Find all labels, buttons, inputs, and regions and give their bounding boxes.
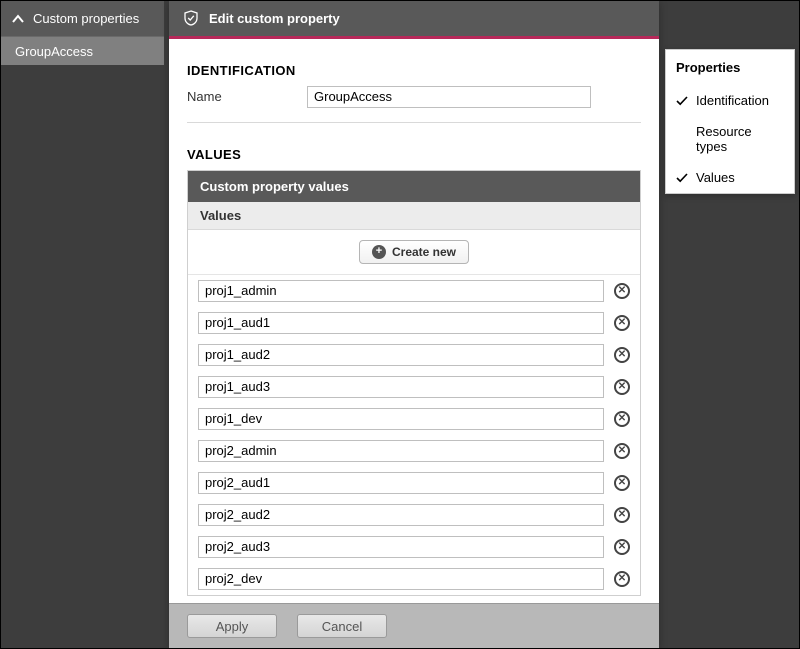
titlebar: Edit custom property	[169, 1, 659, 39]
delete-icon[interactable]: ✕	[614, 539, 630, 555]
values-card-header: Custom property values	[188, 171, 640, 202]
sidebar: Custom properties GroupAccess	[1, 1, 164, 65]
value-row: ✕	[188, 275, 640, 307]
properties-title: Properties	[666, 50, 794, 85]
value-row: ✕	[188, 531, 640, 563]
value-input[interactable]	[198, 568, 604, 590]
value-row: ✕	[188, 435, 640, 467]
delete-icon[interactable]: ✕	[614, 411, 630, 427]
value-row: ✕	[188, 371, 640, 403]
value-input[interactable]	[198, 440, 604, 462]
delete-icon[interactable]: ✕	[614, 475, 630, 491]
delete-icon[interactable]: ✕	[614, 379, 630, 395]
cancel-button[interactable]: Cancel	[297, 614, 387, 638]
identification-section-title: IDENTIFICATION	[187, 63, 641, 78]
delete-icon[interactable]: ✕	[614, 507, 630, 523]
values-column-header: Values	[188, 202, 640, 230]
value-row: ✕	[188, 339, 640, 371]
create-new-label: Create new	[392, 245, 456, 259]
name-label: Name	[187, 89, 307, 104]
value-input[interactable]	[198, 504, 604, 526]
value-row: ✕	[188, 403, 640, 435]
sidebar-item-label: GroupAccess	[15, 44, 93, 59]
titlebar-label: Edit custom property	[209, 11, 340, 26]
properties-item-label: Values	[696, 170, 735, 185]
value-input[interactable]	[198, 344, 604, 366]
create-new-button[interactable]: + Create new	[359, 240, 469, 264]
sidebar-header[interactable]: Custom properties	[1, 1, 164, 37]
properties-panel: Properties Identification Resource types V…	[665, 49, 795, 194]
name-input[interactable]	[307, 86, 591, 108]
properties-item-label: Identification	[696, 93, 769, 108]
value-row: ✕	[188, 307, 640, 339]
plus-icon: +	[372, 245, 386, 259]
value-input[interactable]	[198, 376, 604, 398]
value-row: ✕	[188, 467, 640, 499]
values-section-title: VALUES	[187, 147, 641, 162]
sidebar-item[interactable]: GroupAccess	[1, 37, 164, 65]
check-icon	[676, 95, 688, 107]
values-card: Custom property values Values + Create n…	[187, 170, 641, 596]
shield-icon	[183, 10, 199, 26]
properties-item[interactable]: Values	[666, 162, 794, 193]
check-icon	[676, 172, 688, 184]
delete-icon[interactable]: ✕	[614, 571, 630, 587]
delete-icon[interactable]: ✕	[614, 315, 630, 331]
value-input[interactable]	[198, 536, 604, 558]
delete-icon[interactable]: ✕	[614, 443, 630, 459]
main-panel: Edit custom property IDENTIFICATION Name…	[169, 1, 659, 648]
value-row: ✕	[188, 563, 640, 595]
chevron-up-icon	[11, 12, 25, 26]
sidebar-header-label: Custom properties	[33, 11, 139, 26]
value-input[interactable]	[198, 472, 604, 494]
footer: Apply Cancel	[169, 603, 659, 648]
value-input[interactable]	[198, 280, 604, 302]
delete-icon[interactable]: ✕	[614, 347, 630, 363]
properties-item[interactable]: Identification	[666, 85, 794, 116]
value-input[interactable]	[198, 408, 604, 430]
properties-item[interactable]: Resource types	[666, 116, 794, 162]
delete-icon[interactable]: ✕	[614, 283, 630, 299]
value-input[interactable]	[198, 312, 604, 334]
apply-button[interactable]: Apply	[187, 614, 277, 638]
value-row: ✕	[188, 499, 640, 531]
properties-item-label: Resource types	[696, 124, 784, 154]
